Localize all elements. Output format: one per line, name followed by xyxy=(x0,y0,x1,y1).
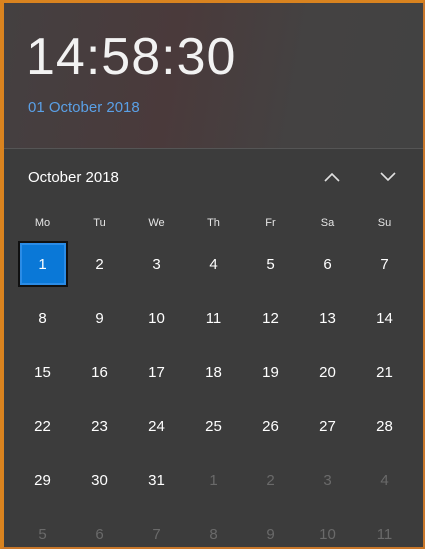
calendar-day[interactable]: 11 xyxy=(185,291,242,345)
month-year-label[interactable]: October 2018 xyxy=(28,169,119,186)
weekday-label: Su xyxy=(377,217,392,229)
previous-month-button[interactable] xyxy=(314,161,350,193)
calendar-day[interactable]: 3 xyxy=(128,237,185,291)
calendar-day-next-month[interactable]: 7 xyxy=(128,507,185,547)
calendar-day[interactable]: 31 xyxy=(128,453,185,507)
current-time: 14:58:30 xyxy=(26,28,237,86)
calendar-day[interactable]: 14 xyxy=(356,291,413,345)
weekday-label: Fr xyxy=(265,217,276,229)
calendar-day[interactable]: 21 xyxy=(356,345,413,399)
current-date-link[interactable]: 01 October 2018 xyxy=(28,99,140,116)
calendar-day-next-month[interactable]: 1 xyxy=(185,453,242,507)
calendar-week-row: 22 23 24 25 26 27 28 xyxy=(14,399,419,453)
calendar-day[interactable]: 24 xyxy=(128,399,185,453)
weekday-label: Sa xyxy=(320,217,335,229)
calendar-day[interactable]: 4 xyxy=(185,237,242,291)
weekday-header-row: Mo Tu We Th Fr Sa Su xyxy=(14,209,419,237)
calendar-day[interactable]: 27 xyxy=(299,399,356,453)
calendar-day[interactable]: 19 xyxy=(242,345,299,399)
calendar-day-today[interactable]: 1 xyxy=(17,241,68,287)
calendar-day[interactable]: 8 xyxy=(14,291,71,345)
calendar-day[interactable]: 18 xyxy=(185,345,242,399)
calendar-day[interactable]: 5 xyxy=(242,237,299,291)
chevron-down-icon xyxy=(380,172,396,182)
calendar-week-row: 8 9 10 11 12 13 14 xyxy=(14,291,419,345)
calendar-day-next-month[interactable]: 11 xyxy=(356,507,413,547)
calendar-day[interactable]: 6 xyxy=(299,237,356,291)
weekday-label: Tu xyxy=(93,217,106,229)
calendar-day[interactable]: 12 xyxy=(242,291,299,345)
weekday-label: We xyxy=(148,217,165,229)
calendar-week-row: 1 2 3 4 5 6 7 xyxy=(14,237,419,291)
calendar-day-next-month[interactable]: 8 xyxy=(185,507,242,547)
weekday-label: Th xyxy=(207,217,220,229)
calendar-day[interactable]: 22 xyxy=(14,399,71,453)
calendar-day[interactable]: 15 xyxy=(14,345,71,399)
calendar-day-next-month[interactable]: 6 xyxy=(71,507,128,547)
calendar-day[interactable]: 7 xyxy=(356,237,413,291)
calendar-day[interactable]: 30 xyxy=(71,453,128,507)
calendar-day-next-month[interactable]: 2 xyxy=(242,453,299,507)
calendar-week-row: 5 6 7 8 9 10 11 xyxy=(14,507,419,547)
calendar-day[interactable]: 2 xyxy=(71,237,128,291)
calendar-day-next-month[interactable]: 3 xyxy=(299,453,356,507)
clock-header: 14:58:30 01 October 2018 xyxy=(4,3,423,148)
calendar-day[interactable]: 17 xyxy=(128,345,185,399)
calendar-day-next-month[interactable]: 10 xyxy=(299,507,356,547)
calendar-day[interactable]: 10 xyxy=(128,291,185,345)
calendar-day[interactable]: 9 xyxy=(71,291,128,345)
calendar-day[interactable]: 26 xyxy=(242,399,299,453)
calendar-flyout: 14:58:30 01 October 2018 October 2018 Mo… xyxy=(0,0,425,549)
calendar-day-next-month[interactable]: 9 xyxy=(242,507,299,547)
calendar-day-next-month[interactable]: 5 xyxy=(14,507,71,547)
calendar-grid: Mo Tu We Th Fr Sa Su 1 2 3 4 5 6 7 8 9 1… xyxy=(14,209,419,547)
calendar-day-next-month[interactable]: 4 xyxy=(356,453,413,507)
calendar-week-row: 15 16 17 18 19 20 21 xyxy=(14,345,419,399)
month-navigation: October 2018 xyxy=(4,149,423,201)
calendar-day[interactable]: 25 xyxy=(185,399,242,453)
calendar-day[interactable]: 20 xyxy=(299,345,356,399)
calendar-day[interactable]: 13 xyxy=(299,291,356,345)
weekday-label: Mo xyxy=(34,217,51,229)
calendar-day[interactable]: 23 xyxy=(71,399,128,453)
calendar-day[interactable]: 29 xyxy=(14,453,71,507)
calendar-week-row: 29 30 31 1 2 3 4 xyxy=(14,453,419,507)
chevron-up-icon xyxy=(324,172,340,182)
calendar-day[interactable]: 28 xyxy=(356,399,413,453)
calendar-day[interactable]: 16 xyxy=(71,345,128,399)
next-month-button[interactable] xyxy=(370,161,406,193)
